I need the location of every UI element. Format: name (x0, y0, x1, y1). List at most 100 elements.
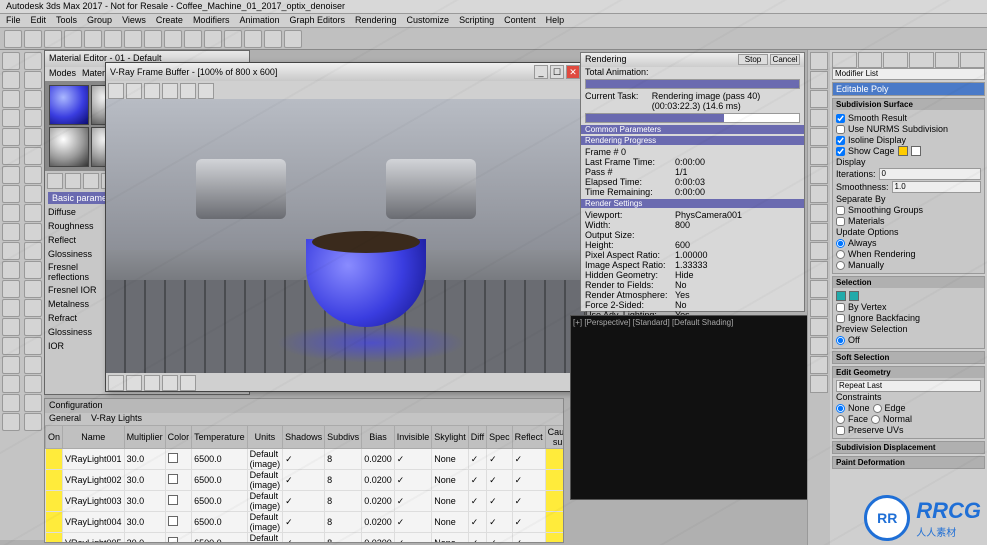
light-skylight[interactable]: None (432, 449, 469, 470)
light-units[interactable]: Default (image) (247, 470, 283, 491)
unlink-icon[interactable] (64, 30, 82, 48)
isoline-check[interactable] (836, 136, 845, 145)
tool-icon[interactable] (2, 185, 20, 203)
render-output-view[interactable] (106, 99, 584, 373)
light-spec[interactable]: ✓ (487, 449, 513, 470)
compare-icon[interactable] (198, 83, 214, 99)
light-row[interactable]: VRayLight00330.06500.0Default (image)✓80… (46, 491, 565, 512)
light-skylight[interactable]: None (432, 470, 469, 491)
perspective-viewport[interactable]: [+] [Perspective] [Standard] [Default Sh… (570, 315, 808, 500)
cmd-icon[interactable] (810, 299, 828, 317)
update-always-radio[interactable] (836, 239, 845, 248)
paint-deform-header[interactable]: Paint Deformation (833, 457, 984, 468)
light-bias[interactable]: 0.0200 (362, 512, 395, 533)
by-vertex-check[interactable] (836, 303, 845, 312)
light-on-toggle[interactable] (46, 512, 63, 533)
tab-utilities[interactable] (960, 52, 985, 68)
lister-col[interactable]: Caustic subd (545, 426, 564, 449)
color-correct-icon[interactable] (108, 375, 124, 391)
menu-create[interactable]: Create (156, 15, 183, 26)
light-name[interactable]: VRayLight004 (63, 512, 125, 533)
light-subdivs[interactable]: 8 (325, 491, 362, 512)
soft-selection-header[interactable]: Soft Selection (833, 352, 984, 363)
repeat-last-button[interactable]: Repeat Last (836, 380, 981, 392)
cage-color-swatch2[interactable] (911, 146, 921, 156)
undo-icon[interactable] (4, 30, 22, 48)
show-cage-check[interactable] (836, 147, 845, 156)
light-on-toggle[interactable] (46, 470, 63, 491)
light-invisible[interactable]: ✓ (394, 512, 432, 533)
tool-icon[interactable] (2, 90, 20, 108)
light-bias[interactable]: 0.0200 (362, 449, 395, 470)
stamp-icon[interactable] (180, 375, 196, 391)
materials-check[interactable] (836, 217, 845, 226)
tool-icon[interactable] (24, 185, 42, 203)
cmd-icon[interactable] (810, 261, 828, 279)
cmd-icon[interactable] (810, 185, 828, 203)
light-reflect[interactable]: ✓ (512, 491, 545, 512)
assign-material-icon[interactable] (65, 173, 81, 189)
light-mult[interactable]: 30.0 (124, 491, 165, 512)
history-icon[interactable] (180, 83, 196, 99)
tool-icon[interactable] (2, 299, 20, 317)
material-slot[interactable] (49, 127, 89, 167)
menu-help[interactable]: Help (546, 15, 565, 26)
light-diff[interactable]: ✓ (468, 533, 486, 544)
lister-tab-vray[interactable]: V-Ray Lights (91, 413, 142, 425)
light-units[interactable]: Default (image) (247, 491, 283, 512)
tool-icon[interactable] (24, 147, 42, 165)
redo-icon[interactable] (24, 30, 42, 48)
tool-icon[interactable] (2, 109, 20, 127)
menu-content[interactable]: Content (504, 15, 536, 26)
tool-icon[interactable] (24, 299, 42, 317)
save-image-icon[interactable] (126, 83, 142, 99)
cmd-icon[interactable] (810, 52, 828, 70)
menu-animation[interactable]: Animation (239, 15, 279, 26)
scale-icon[interactable] (144, 30, 162, 48)
ignore-back-check[interactable] (836, 314, 845, 323)
light-name[interactable]: VRayLight001 (63, 449, 125, 470)
cmd-icon[interactable] (810, 223, 828, 241)
light-units[interactable]: Default (image) (247, 449, 283, 470)
rotate-icon[interactable] (124, 30, 142, 48)
preserve-uvs-check[interactable] (836, 426, 845, 435)
menu-views[interactable]: Views (122, 15, 146, 26)
cmd-icon[interactable] (810, 318, 828, 336)
cmd-icon[interactable] (810, 204, 828, 222)
light-units[interactable]: Default (image) (247, 512, 283, 533)
light-skylight[interactable]: None (432, 512, 469, 533)
light-subdivs[interactable]: 8 (325, 512, 362, 533)
light-on-toggle[interactable] (46, 533, 63, 544)
light-bias[interactable]: 0.0200 (362, 491, 395, 512)
region-render-icon[interactable] (162, 83, 178, 99)
light-caustic[interactable] (545, 512, 564, 533)
cmd-icon[interactable] (810, 375, 828, 393)
light-row[interactable]: VRayLight00530.06500.0Default (image)✓80… (46, 533, 565, 544)
light-subdivs[interactable]: 8 (325, 533, 362, 544)
reset-map-icon[interactable] (83, 173, 99, 189)
tool-icon[interactable] (2, 318, 20, 336)
minimize-icon[interactable]: _ (534, 65, 548, 79)
menu-grapheditors[interactable]: Graph Editors (289, 15, 345, 26)
cancel-button[interactable]: Cancel (770, 54, 800, 65)
light-reflect[interactable]: ✓ (512, 470, 545, 491)
tool-icon[interactable] (24, 261, 42, 279)
light-mult[interactable]: 30.0 (124, 470, 165, 491)
light-spec[interactable]: ✓ (487, 491, 513, 512)
light-temp[interactable]: 6500.0 (192, 470, 248, 491)
light-subdivs[interactable]: 8 (325, 470, 362, 491)
menu-group[interactable]: Group (87, 15, 112, 26)
tool-icon[interactable] (2, 337, 20, 355)
lens-effects-icon[interactable] (162, 375, 178, 391)
tool-icon[interactable] (24, 356, 42, 374)
menu-tools[interactable]: Tools (56, 15, 77, 26)
light-shadows[interactable]: ✓ (283, 491, 325, 512)
light-shadows[interactable]: ✓ (283, 449, 325, 470)
light-reflect[interactable]: ✓ (512, 512, 545, 533)
light-diff[interactable]: ✓ (468, 470, 486, 491)
modifier-list-dropdown[interactable]: Modifier List (832, 68, 985, 80)
lister-col[interactable]: Invisible (394, 426, 432, 449)
tool-icon[interactable] (2, 375, 20, 393)
cmd-icon[interactable] (810, 90, 828, 108)
subdiv-header[interactable]: Subdivision Surface (833, 99, 984, 110)
